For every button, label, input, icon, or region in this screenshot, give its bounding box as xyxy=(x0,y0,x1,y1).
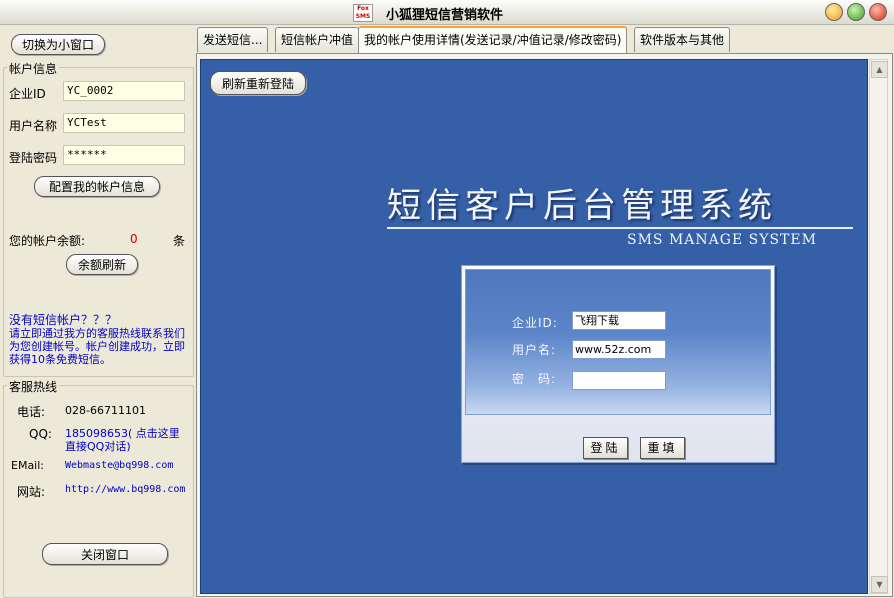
config-account-button[interactable]: 配置我的帐户信息 xyxy=(34,176,160,197)
login-enterprise-field[interactable]: 飞翔下载 xyxy=(572,311,666,330)
window-title: 小狐狸短信营销软件 xyxy=(386,8,504,23)
refresh-balance-button[interactable]: 余额刷新 xyxy=(66,254,138,275)
phone-label: 电话: xyxy=(17,405,46,419)
username-field[interactable]: YCTest xyxy=(63,113,185,133)
tab-bar: 发送短信... 短信帐户冲值 我的帐户使用详情(发送记录/冲值记录/修改密码) … xyxy=(196,26,894,54)
no-account-title: 没有短信帐户？？？ xyxy=(9,313,118,327)
app-logo-icon: Fox SMS xyxy=(353,4,373,22)
website-link[interactable]: http://www.bq998.com xyxy=(65,484,185,495)
balance-value: 0 xyxy=(130,232,138,246)
vertical-scrollbar[interactable]: ▲ ▼ xyxy=(869,59,888,594)
left-panel: 切换为小窗口 帐户信息 企业ID YC_0002 用户名称 YCTest 登陆密… xyxy=(0,26,194,598)
login-username-label: 用户名: xyxy=(512,343,557,357)
title-divider xyxy=(387,227,853,229)
tab-send-sms[interactable]: 发送短信... xyxy=(197,27,269,52)
password-label: 登陆密码 xyxy=(9,151,58,165)
username-label: 用户名称 xyxy=(9,119,58,133)
switch-mini-window-button[interactable]: 切换为小窗口 xyxy=(11,34,105,55)
email-link[interactable]: Webmaste@bq998.com xyxy=(65,460,173,471)
reset-button[interactable]: 重填 xyxy=(640,437,685,459)
password-field[interactable]: ****** xyxy=(63,145,185,165)
tab-account-recharge[interactable]: 短信帐户冲值 xyxy=(275,27,360,52)
web-view: 刷新重新登陆 短信客户后台管理系统 SMS MANAGE SYSTEM 企业ID… xyxy=(200,59,868,594)
phone-value: 028-66711101 xyxy=(65,404,146,417)
email-label: EMail: xyxy=(11,459,44,472)
qq-link[interactable]: 185098653( 点击这里直接QQ对话) xyxy=(65,427,189,453)
balance-unit: 条 xyxy=(173,234,186,248)
login-password-label: 密 码: xyxy=(512,372,557,386)
login-password-field[interactable] xyxy=(572,371,666,390)
login-enterprise-label: 企业ID: xyxy=(512,316,558,330)
login-username-field[interactable]: www.52z.com xyxy=(572,340,666,359)
login-form-header: 企业ID: 飞翔下载 用户名: www.52z.com 密 码: xyxy=(465,269,771,415)
no-account-description: 请立即通过我方的客服热线联系我们为您创建帐号。帐户创建成功，立即获得10条免费短… xyxy=(9,327,185,366)
balance-label: 您的帐户余额: xyxy=(9,234,86,248)
system-title: 短信客户后台管理系统 xyxy=(387,186,777,226)
enterprise-id-label: 企业ID xyxy=(9,87,46,101)
scroll-down-arrow-icon[interactable]: ▼ xyxy=(871,576,888,593)
tab-account-details[interactable]: 我的帐户使用详情(发送记录/冲值记录/修改密码) xyxy=(358,26,628,54)
minimize-button[interactable] xyxy=(825,3,843,21)
title-bar: Fox SMS 小狐狸短信营销软件 xyxy=(0,0,894,25)
account-info-title: 帐户信息 xyxy=(7,60,60,77)
maximize-button[interactable] xyxy=(847,3,865,21)
system-subtitle: SMS MANAGE SYSTEM xyxy=(627,232,817,248)
refresh-relogin-button[interactable]: 刷新重新登陆 xyxy=(210,71,306,95)
tab-version-other[interactable]: 软件版本与其他 xyxy=(634,27,731,52)
close-window-button[interactable] xyxy=(869,3,887,21)
close-window-text-button[interactable]: 关闭窗口 xyxy=(42,543,168,565)
scroll-up-arrow-icon[interactable]: ▲ xyxy=(871,61,888,78)
enterprise-id-field[interactable]: YC_0002 xyxy=(63,81,185,101)
hotline-title: 客服热线 xyxy=(7,378,60,395)
qq-label: QQ: xyxy=(29,427,52,441)
website-label: 网站: xyxy=(17,485,46,499)
login-form: 企业ID: 飞翔下载 用户名: www.52z.com 密 码: 登陆 重填 xyxy=(461,265,775,463)
login-button[interactable]: 登陆 xyxy=(583,437,628,459)
tab-content: 刷新重新登陆 短信客户后台管理系统 SMS MANAGE SYSTEM 企业ID… xyxy=(196,53,893,597)
